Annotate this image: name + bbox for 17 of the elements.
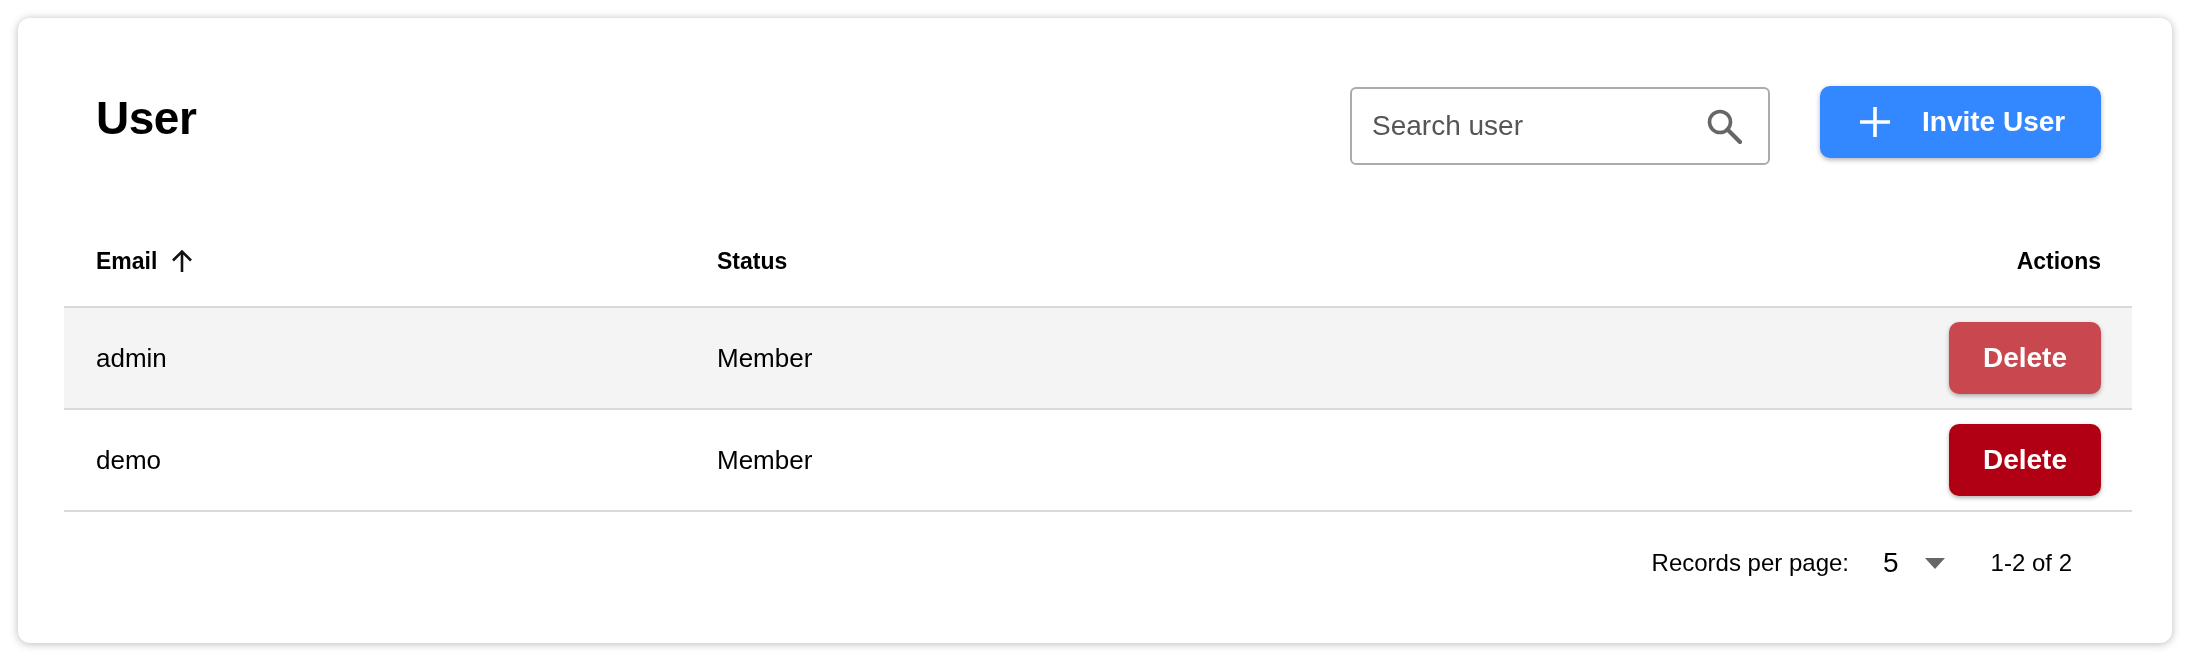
plus-icon bbox=[1860, 107, 1890, 137]
search-icon bbox=[1706, 108, 1742, 144]
email-cell: admin bbox=[96, 342, 167, 374]
records-per-page-select[interactable]: 5 bbox=[1883, 547, 1945, 579]
page-title: User bbox=[96, 91, 197, 146]
email-cell: demo bbox=[96, 444, 162, 476]
pagination-range: 1-2 of 2 bbox=[1990, 549, 2072, 577]
delete-button[interactable]: Delete bbox=[1949, 424, 2101, 496]
column-header: Status bbox=[717, 246, 788, 276]
status-cell: Member bbox=[717, 342, 813, 374]
delete-button[interactable]: Delete bbox=[1949, 322, 2101, 394]
caret-icon bbox=[1924, 557, 1945, 569]
status-cell: Member bbox=[717, 444, 813, 476]
column-header[interactable]: Email bbox=[96, 245, 194, 276]
column-header: Actions bbox=[2016, 246, 2101, 276]
records-per-page-label: Records per page: bbox=[1651, 549, 1850, 577]
search-field[interactable]: Search user bbox=[1350, 87, 1770, 165]
